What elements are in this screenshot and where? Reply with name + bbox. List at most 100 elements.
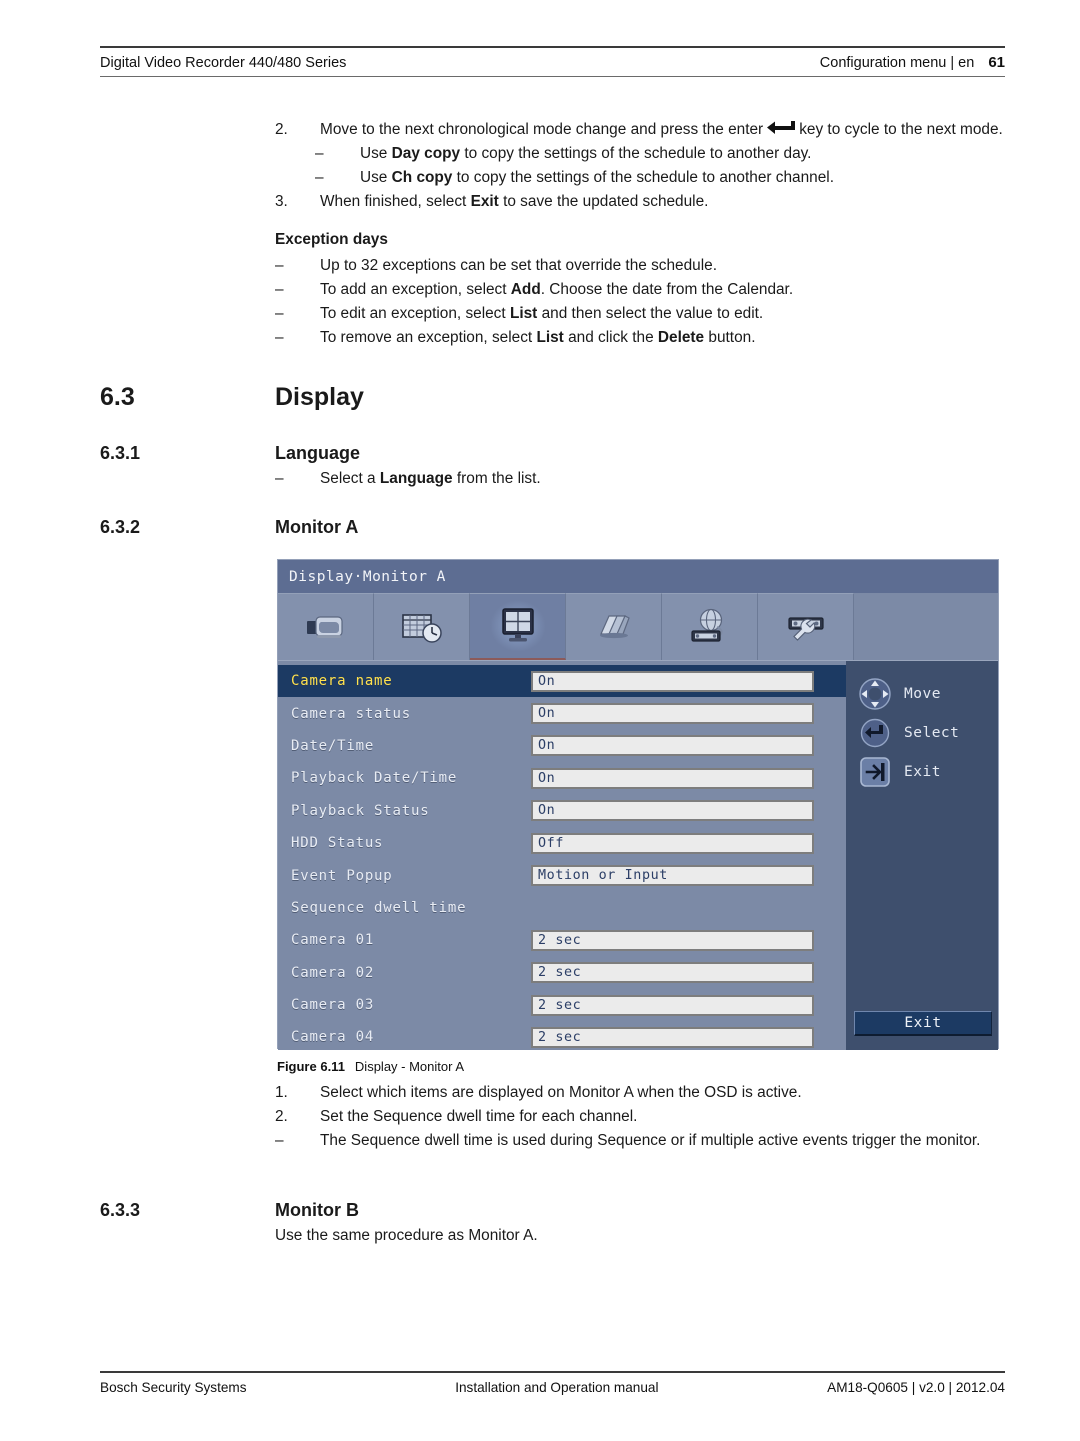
section-6-3-number: 6.3 <box>100 383 135 412</box>
osd-tab-camera[interactable] <box>278 593 374 660</box>
osd-screenshot: Display·Monitor A Camera name On Camera … <box>277 559 999 1050</box>
osd-value-field[interactable]: 2 sec <box>531 929 814 951</box>
osd-row-playback-date-time[interactable]: Playback Date/Time On <box>278 762 846 794</box>
step-3-marker: 3. <box>275 193 288 211</box>
step-3-text: When finished, select Exit to save the u… <box>320 190 1005 214</box>
header-chapter-label: Configuration menu | en <box>819 55 975 71</box>
osd-hint-move: Move <box>846 674 998 713</box>
osd-label: Camera 03 <box>291 997 375 1014</box>
step-2-text: Move to the next chronological mode chan… <box>320 118 1005 142</box>
osd-value-field[interactable]: On <box>531 800 814 822</box>
dash-marker: – <box>275 329 284 347</box>
osd-main: Camera name On Camera status On Date/Tim… <box>278 661 998 1050</box>
section-6-3-3-body: Use the same procedure as Monitor A. <box>275 1227 538 1245</box>
exception-days-heading: Exception days <box>275 231 388 249</box>
osd-label: Camera 04 <box>291 1029 375 1046</box>
osd-value-field[interactable]: 2 sec <box>531 994 814 1016</box>
exception-item-3: – To edit an exception, select List and … <box>100 302 1005 326</box>
enter-key-icon <box>766 121 796 135</box>
section-6-3-3: 6.3.3 Monitor B <box>100 1196 1005 1224</box>
osd-tab-event[interactable] <box>566 593 662 660</box>
osd-tab-schedule[interactable] <box>374 593 470 660</box>
exception-item-4-text: To remove an exception, select List and … <box>320 326 1005 350</box>
globe-network-icon <box>690 608 723 642</box>
figure-label: Figure 6.11 <box>277 1059 345 1074</box>
item-marker: 2. <box>275 1108 288 1126</box>
osd-row-sequence-dwell-time: Sequence dwell time <box>278 892 846 924</box>
osd-value-field[interactable]: On <box>531 703 814 725</box>
exc4-after2: button. <box>704 329 756 347</box>
footer-company: Bosch Security Systems <box>100 1380 247 1395</box>
osd-value-field[interactable]: 2 sec <box>531 962 814 984</box>
dash-marker: – <box>275 305 284 323</box>
osd-value-field[interactable]: On <box>531 670 814 692</box>
osd-tab-bar <box>278 593 998 661</box>
exit-door-icon <box>860 756 890 787</box>
osd-row-date-time[interactable]: Date/Time On <box>278 730 846 762</box>
footer-docid: AM18-Q0605 | v2.0 | 2012.04 <box>827 1380 1005 1395</box>
osd-tab-filler <box>854 593 998 660</box>
page-header: Digital Video Recorder 440/480 Series Co… <box>100 46 1005 77</box>
osd-row-playback-status[interactable]: Playback Status On <box>278 795 846 827</box>
enter-key-icon <box>860 718 890 747</box>
osd-value-field[interactable]: On <box>531 735 814 757</box>
osd-hint-label: Move <box>904 685 941 702</box>
osd-tab-display[interactable] <box>470 593 566 660</box>
osd-label: Camera 01 <box>291 932 375 949</box>
osd-value-field[interactable]: Motion or Input <box>531 865 814 887</box>
osd-row-camera-01[interactable]: Camera 01 2 sec <box>278 924 846 956</box>
figure-text: Display - Monitor A <box>354 1059 465 1074</box>
exc4-after: and click the <box>563 329 658 347</box>
calendar-clock-icon <box>401 614 442 643</box>
step3-bold: Exit <box>470 193 499 211</box>
osd-label: Camera 02 <box>291 964 375 981</box>
osd-row-hdd-status[interactable]: HDD Status Off <box>278 827 846 859</box>
section-6-3-title: Display <box>275 383 364 412</box>
header-rule-bottom <box>100 76 1005 77</box>
osd-value-field[interactable]: On <box>531 767 814 789</box>
page-number: 61 <box>988 54 1005 71</box>
osd-tab-system[interactable] <box>758 593 854 660</box>
exc3-bold: List <box>509 305 538 323</box>
dpad-icon <box>859 677 891 710</box>
exception-item-3-text: To edit an exception, select List and th… <box>320 302 1005 326</box>
section-6-3-1-number: 6.3.1 <box>100 443 141 464</box>
footer-manual-title: Installation and Operation manual <box>455 1380 659 1395</box>
language-item-text: Select a Language from the list. <box>320 467 1005 491</box>
osd-value-field[interactable]: Off <box>531 832 814 854</box>
post-figure-item-2: 2. Set the Sequence dwell time for each … <box>100 1105 1005 1129</box>
osd-label: HDD Status <box>291 835 384 852</box>
item-text: Select which items are displayed on Moni… <box>320 1084 802 1101</box>
figure-caption: Figure 6.11 Display - Monitor A <box>277 1059 464 1074</box>
osd-row-camera-name[interactable]: Camera name On <box>278 665 846 698</box>
dash-marker: – <box>315 169 324 187</box>
step-2-sub-1-text: Use Day copy to copy the settings of the… <box>360 142 1005 166</box>
dash-marker: – <box>315 145 324 163</box>
step-2-sub-2: – Use Ch copy to copy the settings of th… <box>100 166 1005 190</box>
section-6-3: 6.3 Display <box>100 378 1005 417</box>
exception-item-1-text: Up to 32 exceptions can be set that over… <box>320 254 1005 278</box>
exception-item-4: – To remove an exception, select List an… <box>100 326 1005 350</box>
exc3-after: and then select the value to edit. <box>537 305 764 323</box>
osd-row-camera-02[interactable]: Camera 02 2 sec <box>278 957 846 989</box>
exc1-before: Up to 32 exceptions can be set that over… <box>320 257 717 275</box>
osd-value-field[interactable]: 2 sec <box>531 1026 814 1048</box>
osd-row-camera-04[interactable]: Camera 04 2 sec <box>278 1021 846 1053</box>
header-right-group: Configuration menu | en 61 <box>820 54 1005 71</box>
osd-row-event-popup[interactable]: Event Popup Motion or Input <box>278 859 846 891</box>
item-marker: 1. <box>275 1084 288 1101</box>
osd-exit-button[interactable]: Exit <box>854 1011 992 1036</box>
osd-tab-network[interactable] <box>662 593 758 660</box>
osd-row-camera-03[interactable]: Camera 03 2 sec <box>278 989 846 1021</box>
lang-bold: Language <box>379 470 453 488</box>
exception-item-1: – Up to 32 exceptions can be set that ov… <box>100 254 1005 278</box>
osd-row-camera-status[interactable]: Camera status On <box>278 697 846 729</box>
sub1-after: to copy the settings of the schedule to … <box>460 145 812 163</box>
camcorder-icon <box>306 616 343 638</box>
osd-label: Sequence dwell time <box>291 899 467 916</box>
osd-label: Playback Status <box>291 802 430 819</box>
monitor-quad-icon <box>501 608 534 642</box>
step-2: 2. Move to the next chronological mode c… <box>100 118 1005 142</box>
post-figure-item-1: 1. Select which items are displayed on M… <box>100 1081 1005 1105</box>
header-product-title: Digital Video Recorder 440/480 Series <box>100 55 347 71</box>
